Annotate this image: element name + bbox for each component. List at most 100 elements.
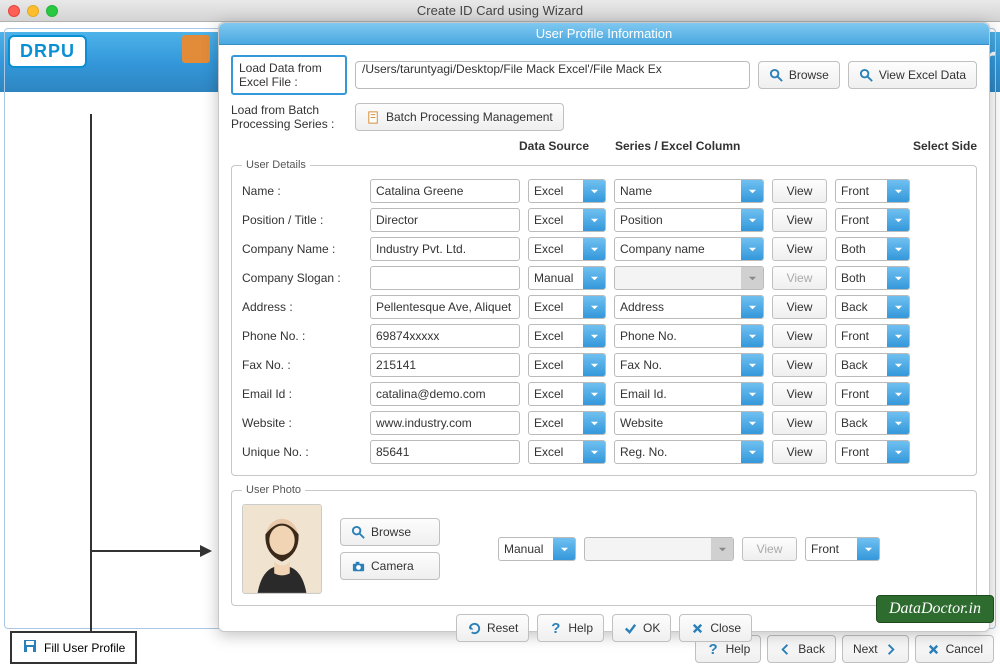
photo-view-button: View [742, 537, 797, 561]
photo-datasource-select[interactable]: Manual [498, 537, 576, 561]
field-input[interactable] [370, 179, 520, 203]
field-input[interactable] [370, 208, 520, 232]
titlebar: Create ID Card using Wizard [0, 0, 1000, 22]
field-input[interactable] [370, 266, 520, 290]
document-icon [366, 110, 381, 125]
column-select[interactable]: Position [614, 208, 764, 232]
side-select[interactable]: Back [835, 353, 910, 377]
help-button[interactable]: ?Help [537, 614, 604, 642]
ok-button[interactable]: OK [612, 614, 671, 642]
view-button[interactable]: View [772, 440, 827, 464]
side-select[interactable]: Both [835, 266, 910, 290]
app-logo: DRPU [8, 35, 87, 68]
view-button[interactable]: View [772, 353, 827, 377]
close-button[interactable]: Close [679, 614, 752, 642]
window-title: Create ID Card using Wizard [0, 3, 1000, 18]
photo-camera-button[interactable]: Camera [340, 552, 440, 580]
annotation-arrow [90, 550, 210, 552]
field-label: Email Id : [242, 387, 362, 401]
excel-path-input[interactable]: /Users/taruntyagi/Desktop/File Mack Exce… [355, 61, 750, 89]
panel-title: User Profile Information [219, 23, 989, 45]
field-row: Address : Excel Address View Back [242, 295, 966, 319]
col-side: Select Side [902, 139, 977, 153]
view-excel-label: View Excel Data [879, 68, 966, 82]
column-select [614, 266, 764, 290]
field-row: Phone No. : Excel Phone No. View Front [242, 324, 966, 348]
field-input[interactable] [370, 382, 520, 406]
field-row: Website : Excel Website View Back [242, 411, 966, 435]
user-profile-panel: User Profile Information Load Data from … [218, 22, 990, 632]
load-excel-label: Load Data from Excel File : [231, 55, 347, 95]
column-select[interactable]: Name [614, 179, 764, 203]
column-select[interactable]: Address [614, 295, 764, 319]
column-select[interactable]: Phone No. [614, 324, 764, 348]
annotation-line [90, 114, 92, 634]
save-icon [22, 638, 38, 657]
datasource-select[interactable]: Excel [528, 353, 606, 377]
field-row: Fax No. : Excel Fax No. View Back [242, 353, 966, 377]
field-input[interactable] [370, 440, 520, 464]
side-select[interactable]: Front [835, 382, 910, 406]
column-select[interactable]: Reg. No. [614, 440, 764, 464]
view-button[interactable]: View [772, 382, 827, 406]
watermark: DataDoctor.in [876, 595, 994, 623]
column-select[interactable]: Fax No. [614, 353, 764, 377]
batch-processing-button[interactable]: Batch Processing Management [355, 103, 564, 131]
field-input[interactable] [370, 324, 520, 348]
view-button[interactable]: View [772, 411, 827, 435]
side-select[interactable]: Front [835, 208, 910, 232]
reset-button[interactable]: Reset [456, 614, 529, 642]
datasource-select[interactable]: Excel [528, 295, 606, 319]
datasource-select[interactable]: Excel [528, 179, 606, 203]
field-input[interactable] [370, 353, 520, 377]
field-row: Name : Excel Name View Front [242, 179, 966, 203]
user-photo-preview [242, 504, 322, 594]
datasource-select[interactable]: Excel [528, 237, 606, 261]
side-select[interactable]: Both [835, 237, 910, 261]
side-select[interactable]: Back [835, 411, 910, 435]
col-datasource: Data Source [519, 139, 607, 153]
field-label: Name : [242, 184, 362, 198]
view-button[interactable]: View [772, 179, 827, 203]
view-button[interactable]: View [772, 237, 827, 261]
search-icon [351, 525, 366, 540]
side-select[interactable]: Front [835, 179, 910, 203]
field-label: Website : [242, 416, 362, 430]
user-photo-fieldset: User Photo Browse Camera Manual [231, 484, 977, 606]
datasource-select[interactable]: Excel [528, 208, 606, 232]
side-select[interactable]: Back [835, 295, 910, 319]
field-row: Company Slogan : Manual View Both [242, 266, 966, 290]
datasource-select[interactable]: Manual [528, 266, 606, 290]
column-select[interactable]: Email Id. [614, 382, 764, 406]
side-select[interactable]: Front [835, 440, 910, 464]
field-row: Position / Title : Excel Position View F… [242, 208, 966, 232]
field-input[interactable] [370, 411, 520, 435]
datasource-select[interactable]: Excel [528, 440, 606, 464]
view-excel-button[interactable]: View Excel Data [848, 61, 977, 89]
user-details-legend: User Details [242, 159, 310, 171]
field-row: Unique No. : Excel Reg. No. View Front [242, 440, 966, 464]
batch-label: Load from Batch Processing Series : [231, 103, 347, 131]
user-details-fieldset: User Details Name : Excel Name View Fron… [231, 159, 977, 476]
field-label: Address : [242, 300, 362, 314]
field-label: Phone No. : [242, 329, 362, 343]
field-label: Company Slogan : [242, 271, 362, 285]
field-label: Fax No. : [242, 358, 362, 372]
datasource-select[interactable]: Excel [528, 382, 606, 406]
datasource-select[interactable]: Excel [528, 411, 606, 435]
field-input[interactable] [370, 295, 520, 319]
browse-label: Browse [789, 68, 829, 82]
view-button[interactable]: View [772, 208, 827, 232]
column-select[interactable]: Company name [614, 237, 764, 261]
column-select[interactable]: Website [614, 411, 764, 435]
field-label: Company Name : [242, 242, 362, 256]
side-select[interactable]: Front [835, 324, 910, 348]
annotation-callout: Fill User Profile [10, 631, 137, 664]
field-input[interactable] [370, 237, 520, 261]
browse-excel-button[interactable]: Browse [758, 61, 840, 89]
photo-side-select[interactable]: Front [805, 537, 880, 561]
view-button[interactable]: View [772, 295, 827, 319]
photo-browse-button[interactable]: Browse [340, 518, 440, 546]
view-button[interactable]: View [772, 324, 827, 348]
datasource-select[interactable]: Excel [528, 324, 606, 348]
